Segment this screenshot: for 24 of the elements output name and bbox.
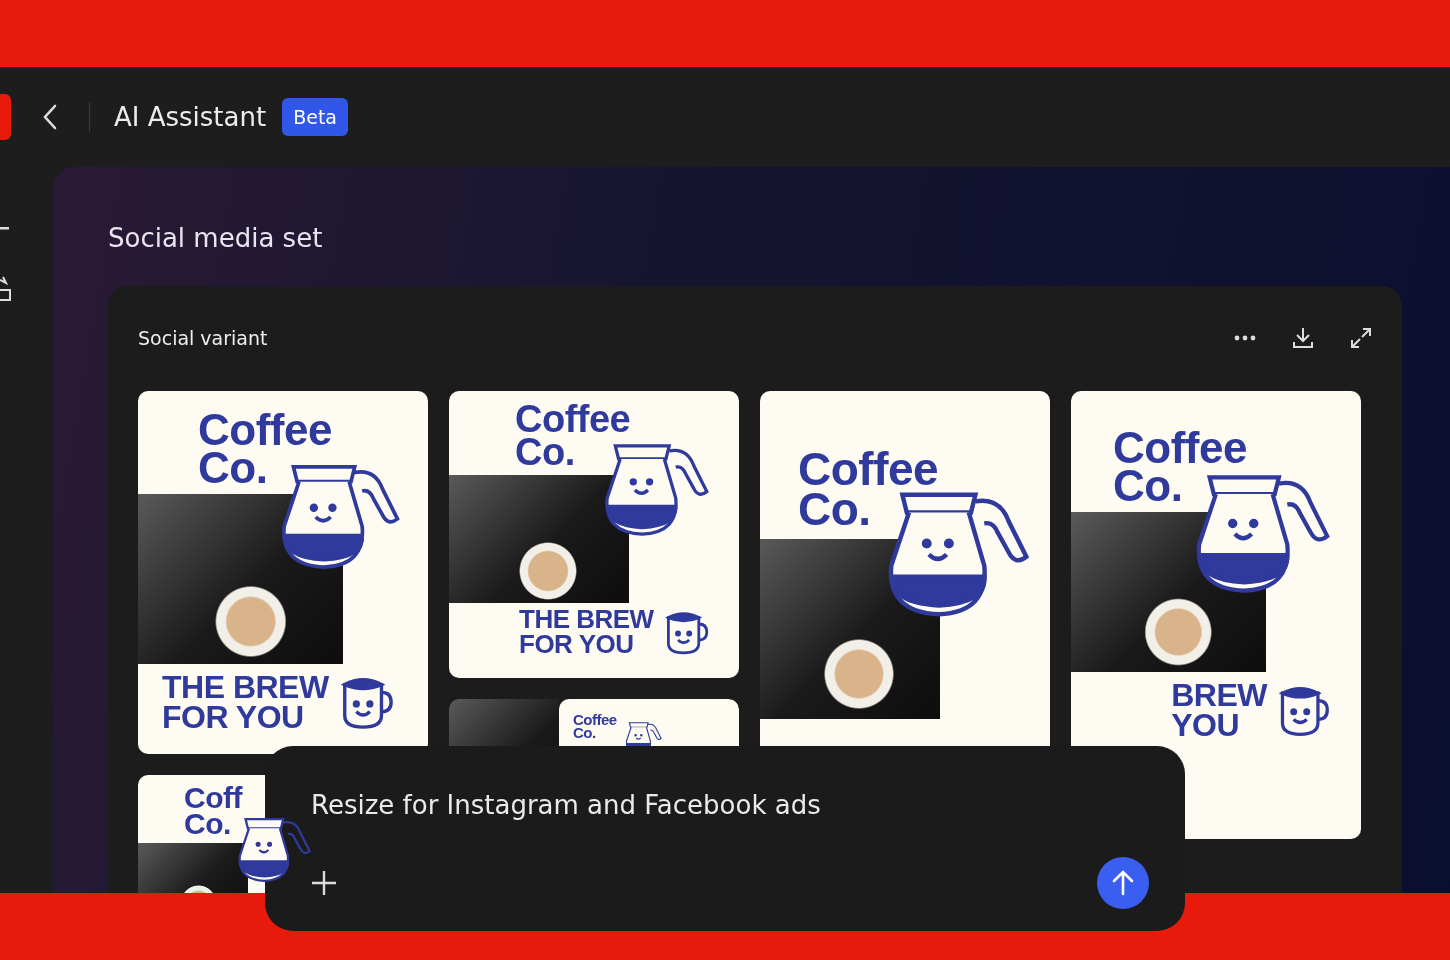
ad-tagline: THE BREW FOR YOU	[519, 607, 654, 657]
ad-design[interactable]: Coffee Co. BREW YOU	[1071, 390, 1361, 839]
section-title: Social media set	[108, 222, 324, 255]
arrow-up-icon	[1112, 870, 1134, 896]
beta-badge: Beta	[282, 97, 348, 137]
add-icon[interactable]	[311, 870, 337, 896]
ad-headline: Coffee Co.	[1112, 421, 1247, 506]
card-title: Social variant	[138, 326, 268, 351]
page-title: AI Assistant	[114, 100, 267, 134]
ad-tagline: BREW YOU	[1171, 679, 1267, 741]
ad-headline: Coffee Co.	[572, 709, 617, 739]
ad-headline: Coff Co.	[183, 779, 242, 838]
ad-design[interactable]: Coffee Co. THE BREW FOR YOU	[449, 390, 739, 678]
send-button[interactable]	[1097, 857, 1149, 909]
ad-tagline: THE BREW FOR YOU	[162, 671, 329, 733]
ad-headline: Coffee Co.	[197, 403, 332, 488]
minus-icon[interactable]	[0, 227, 10, 231]
more-icon[interactable]	[1234, 335, 1256, 342]
ad-headline: Coffee Co.	[797, 441, 939, 530]
expand-icon[interactable]	[1350, 327, 1372, 350]
ad-design[interactable]: Coffee Co. THE BREW FOR YOU	[138, 390, 428, 754]
ad-headline: Coffee Co.	[514, 396, 631, 470]
download-icon[interactable]	[1292, 327, 1314, 350]
logo-icon	[0, 94, 11, 140]
